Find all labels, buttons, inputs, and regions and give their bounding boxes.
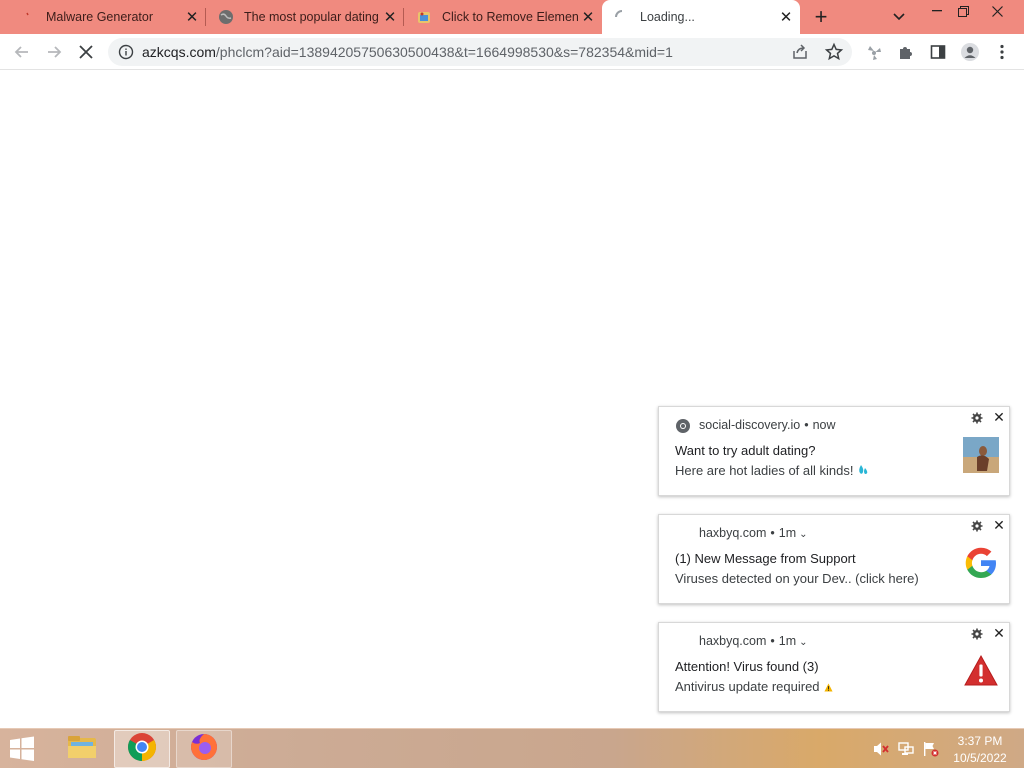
google-g-logo-icon bbox=[963, 545, 999, 581]
time-text: 1m bbox=[778, 634, 797, 648]
action-center-flag-icon[interactable] bbox=[922, 741, 940, 757]
notification-title: Attention! Virus found (3) bbox=[675, 659, 819, 674]
url-path: /phclcm?aid=13894205750630500438&t=16649… bbox=[215, 44, 673, 60]
tab-loading[interactable]: Loading... ✕ bbox=[602, 0, 800, 34]
profile-avatar-icon[interactable] bbox=[956, 38, 984, 66]
origin-text: haxbyq.com bbox=[699, 634, 767, 648]
back-button[interactable] bbox=[8, 38, 36, 66]
tab-dating[interactable]: The most popular dating ✕ bbox=[206, 0, 404, 34]
tab-title: Click to Remove Element bbox=[442, 10, 578, 24]
notification-body: Viruses detected on your Dev.. (click he… bbox=[675, 571, 919, 586]
folder-icon bbox=[66, 732, 98, 767]
extension-fan-icon[interactable] bbox=[860, 38, 888, 66]
tab-strip: Malware Generator ✕ The most popular dat… bbox=[0, 0, 1024, 34]
clock-date[interactable]: 10/5/2022 bbox=[950, 751, 1010, 765]
volume-muted-icon[interactable] bbox=[872, 741, 890, 757]
tab-click-to-remove[interactable]: Click to Remove Element ✕ bbox=[404, 0, 602, 34]
restore-window-button[interactable] bbox=[946, 0, 980, 22]
red-tick-favicon-icon bbox=[20, 9, 36, 25]
site-info-icon[interactable] bbox=[118, 44, 134, 60]
tab-malware-generator[interactable]: Malware Generator ✕ bbox=[8, 0, 206, 34]
taskbar-chrome[interactable] bbox=[114, 730, 170, 768]
chrome-icon bbox=[126, 731, 158, 768]
red-warning-triangle-icon bbox=[963, 653, 999, 689]
url-text[interactable]: azkcqs.com/phclcm?aid=138942057506305004… bbox=[142, 44, 673, 60]
cartoon-favicon-icon bbox=[416, 9, 432, 25]
side-panel-icon[interactable] bbox=[924, 38, 952, 66]
browser-menu-icon[interactable] bbox=[988, 38, 1016, 66]
gear-icon[interactable] bbox=[971, 627, 985, 641]
body-text: Antivirus update required bbox=[675, 679, 820, 694]
photo-thumbnail-image bbox=[963, 437, 999, 473]
chrome-notification-icon bbox=[675, 418, 691, 434]
notification-origin: social-discovery.io • now bbox=[699, 418, 836, 432]
taskbar-file-explorer[interactable] bbox=[54, 730, 110, 768]
notification-body: Antivirus update required bbox=[675, 679, 833, 695]
notification-virus-alert[interactable]: haxbyq.com • 1m ⌄ ✕ Attention! Virus found … bbox=[658, 622, 1010, 712]
origin-text: haxbyq.com bbox=[699, 526, 767, 540]
time-text: now bbox=[812, 418, 836, 432]
new-tab-button[interactable]: + bbox=[808, 4, 834, 30]
address-bar[interactable]: azkcqs.com/phclcm?aid=138942057506305004… bbox=[108, 38, 852, 66]
close-notification-icon[interactable]: ✕ bbox=[991, 409, 1007, 425]
tab-title: The most popular dating bbox=[244, 10, 379, 24]
tab-search-chevron-icon[interactable] bbox=[888, 6, 910, 28]
tab-title: Malware Generator bbox=[46, 10, 153, 24]
close-tab-icon[interactable]: ✕ bbox=[776, 7, 796, 27]
close-tab-icon[interactable]: ✕ bbox=[578, 7, 598, 27]
tab-title: Loading... bbox=[640, 10, 695, 24]
firefox-icon bbox=[188, 731, 220, 768]
time-text: 1m bbox=[778, 526, 797, 540]
notification-origin: haxbyq.com • 1m ⌄ bbox=[699, 526, 808, 540]
close-notification-icon[interactable]: ✕ bbox=[991, 517, 1007, 533]
chevron-down-icon[interactable]: ⌄ bbox=[799, 637, 807, 648]
close-tab-icon[interactable]: ✕ bbox=[380, 7, 400, 27]
origin-text: social-discovery.io bbox=[699, 418, 801, 432]
close-tab-icon[interactable]: ✕ bbox=[182, 7, 202, 27]
windows-taskbar: 3:37 PM 10/5/2022 bbox=[0, 728, 1024, 768]
url-host: azkcqs.com bbox=[142, 44, 216, 60]
globe-icon bbox=[218, 9, 234, 25]
gear-icon[interactable] bbox=[971, 411, 985, 425]
notification-title: Want to try adult dating? bbox=[675, 443, 816, 458]
forward-button[interactable] bbox=[40, 38, 68, 66]
chevron-down-icon[interactable]: ⌄ bbox=[799, 529, 807, 540]
close-window-button[interactable] bbox=[980, 0, 1014, 22]
loading-spinner-icon bbox=[614, 9, 630, 25]
body-text: Here are hot ladies of all kinds! bbox=[675, 463, 854, 478]
network-icon[interactable] bbox=[897, 741, 915, 757]
clock-time[interactable]: 3:37 PM bbox=[950, 734, 1010, 748]
notification-support-message[interactable]: haxbyq.com • 1m ⌄ ✕ (1) New Message from Su… bbox=[658, 514, 1010, 604]
share-icon[interactable] bbox=[790, 42, 810, 62]
notification-body: Here are hot ladies of all kinds! bbox=[675, 463, 869, 479]
bookmark-star-icon[interactable] bbox=[824, 42, 844, 62]
notification-social-discovery[interactable]: social-discovery.io • now ✕ Want to try ad… bbox=[658, 406, 1010, 496]
gear-icon[interactable] bbox=[971, 519, 985, 533]
warning-emoji-icon bbox=[823, 680, 833, 695]
water-drop-emoji-icon bbox=[857, 464, 869, 479]
notification-origin: haxbyq.com • 1m ⌄ bbox=[699, 634, 808, 648]
browser-toolbar: azkcqs.com/phclcm?aid=138942057506305004… bbox=[0, 34, 1024, 70]
notification-title: (1) New Message from Support bbox=[675, 551, 856, 566]
taskbar-firefox[interactable] bbox=[176, 730, 232, 768]
windows-start-button[interactable] bbox=[6, 735, 38, 763]
extensions-puzzle-icon[interactable] bbox=[892, 38, 920, 66]
stop-loading-button[interactable] bbox=[72, 38, 100, 66]
close-notification-icon[interactable]: ✕ bbox=[991, 625, 1007, 641]
